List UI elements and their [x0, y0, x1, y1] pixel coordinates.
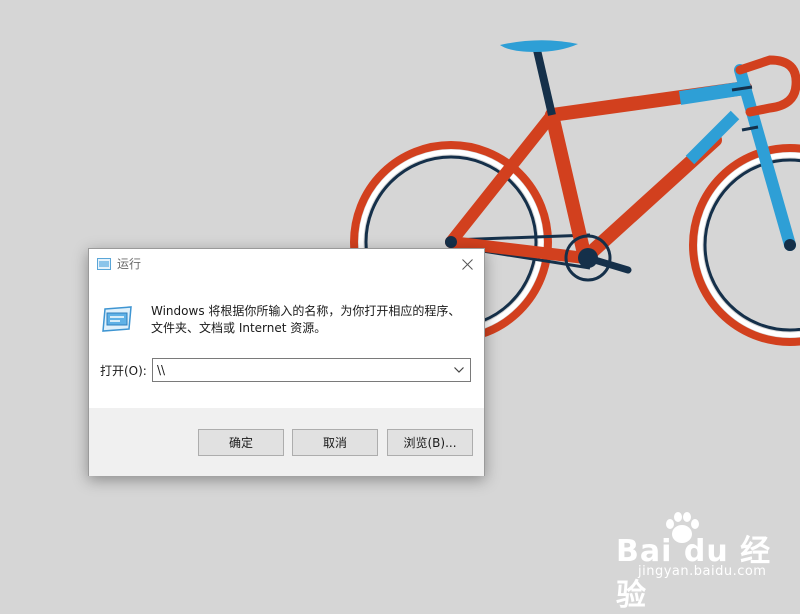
run-dialog: 运行 Windows 将根据你所输入的名称，为你打开相应的程序、文件夹、文档或 …: [88, 248, 485, 476]
close-button[interactable]: [450, 249, 484, 279]
dialog-title: 运行: [117, 257, 142, 271]
run-program-icon: [102, 306, 132, 332]
dialog-footer: 确定 取消 浏览(B)...: [89, 408, 484, 476]
open-label: 打开(O):: [100, 364, 147, 378]
cancel-button[interactable]: 取消: [292, 429, 378, 456]
baidu-watermark: Bai du 经验 jingyan.baidu.com: [612, 512, 792, 613]
browse-button[interactable]: 浏览(B)...: [387, 429, 473, 456]
watermark-url: jingyan.baidu.com: [638, 564, 767, 579]
close-icon: [461, 258, 473, 270]
ok-button[interactable]: 确定: [198, 429, 284, 456]
dialog-titlebar[interactable]: 运行: [89, 249, 484, 279]
chevron-down-icon: [454, 367, 464, 373]
open-combobox[interactable]: [152, 358, 471, 382]
open-input[interactable]: [153, 359, 447, 381]
dropdown-button[interactable]: [448, 359, 470, 381]
run-icon: [97, 258, 111, 270]
dialog-description: Windows 将根据你所输入的名称，为你打开相应的程序、文件夹、文档或 Int…: [151, 304, 461, 335]
